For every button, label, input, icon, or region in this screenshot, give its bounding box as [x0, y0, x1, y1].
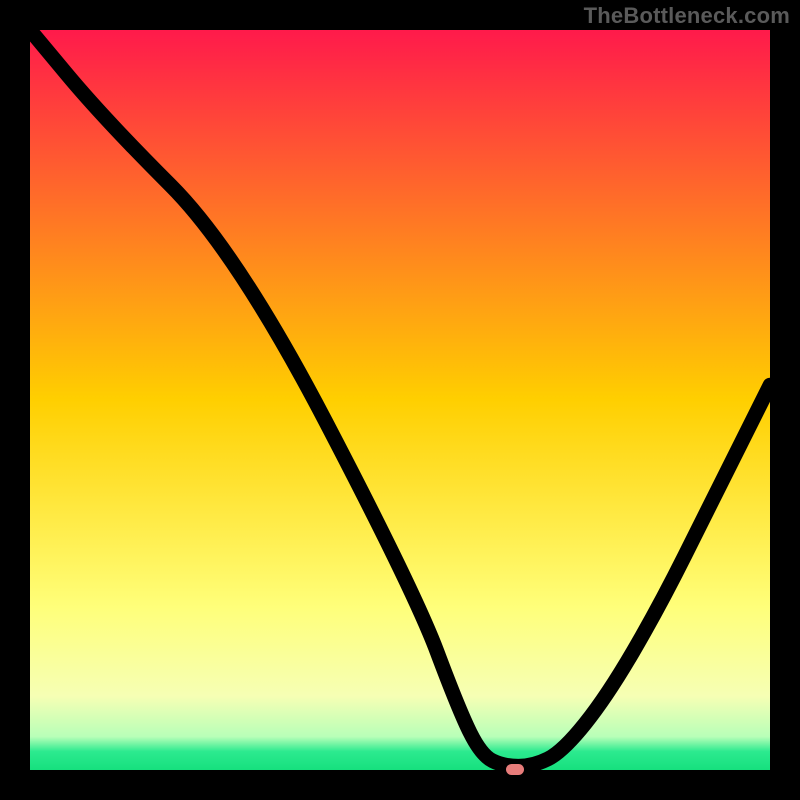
- optimal-point-marker: [506, 764, 524, 775]
- gradient-background: [30, 30, 770, 770]
- chart-frame: TheBottleneck.com: [0, 0, 800, 800]
- watermark-text: TheBottleneck.com: [584, 3, 790, 29]
